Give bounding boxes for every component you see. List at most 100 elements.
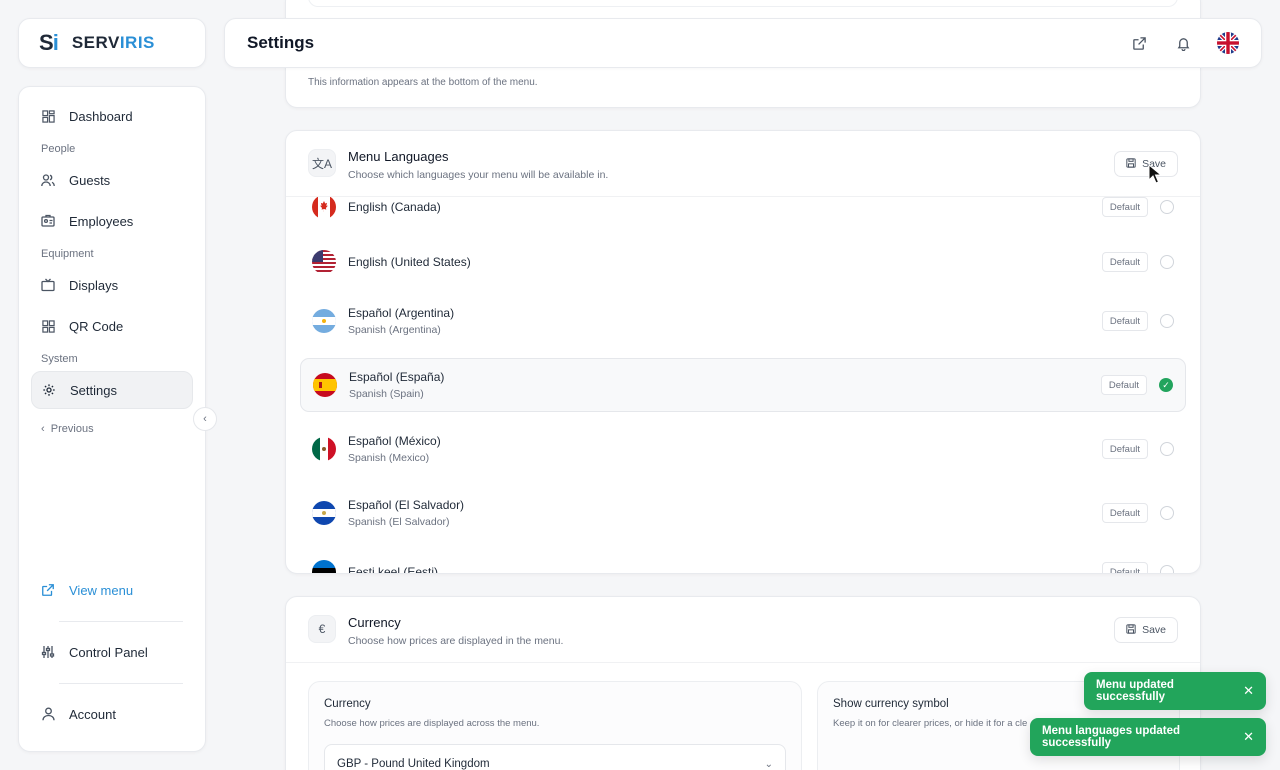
- sidebar: Dashboard People Guests Employees Equipm…: [18, 86, 206, 752]
- panel-description: Choose how prices are displayed across t…: [324, 718, 540, 729]
- bell-icon[interactable]: [1173, 33, 1193, 53]
- sidebar-item-employees[interactable]: Employees: [31, 202, 193, 240]
- language-name: Eesti keel (Eesti): [348, 565, 439, 573]
- toast-languages-updated: Menu languages updated successfully ✕: [1030, 718, 1266, 756]
- sidebar-item-label: Guests: [69, 172, 111, 188]
- collapse-sidebar-button[interactable]: ‹: [193, 407, 217, 431]
- set-default-button[interactable]: Default: [1101, 197, 1148, 217]
- set-default-button[interactable]: Default: [1100, 375, 1147, 395]
- card-header: 文A Menu Languages Choose which languages…: [308, 149, 1178, 181]
- sliders-icon: [41, 645, 55, 659]
- sidebar-item-label: QR Code: [69, 318, 124, 334]
- info-note: This information appears at the bottom o…: [308, 77, 538, 88]
- spain-flag-icon: [313, 373, 337, 397]
- user-icon: [41, 707, 55, 721]
- brand-logo[interactable]: Si SERVIRIS: [18, 18, 206, 68]
- brand-mark: Si: [39, 30, 59, 55]
- toast-menu-updated: Menu updated successfully ✕: [1084, 672, 1266, 710]
- sidebar-section-system: System: [41, 353, 78, 365]
- save-currency-button[interactable]: Save: [1114, 617, 1178, 643]
- euro-icon: €: [308, 615, 336, 643]
- chevron-down-icon: ⌄: [764, 758, 773, 770]
- card-title: Menu Languages: [348, 149, 449, 164]
- language-flag-uk-icon[interactable]: [1217, 32, 1239, 54]
- estonia-flag-icon: [312, 560, 336, 573]
- set-default-button[interactable]: Default: [1101, 503, 1148, 523]
- language-subtitle: Spanish (Mexico): [348, 452, 430, 464]
- mexico-flag-icon: [312, 437, 336, 461]
- language-row-en-us[interactable]: English (United States) Default: [300, 235, 1186, 289]
- set-default-button[interactable]: Default: [1101, 562, 1148, 573]
- close-icon[interactable]: ✕: [1243, 683, 1254, 699]
- language-subtitle: Spanish (Spain): [349, 388, 424, 400]
- sidebar-item-view-menu[interactable]: View menu: [31, 568, 193, 612]
- language-row-es-es[interactable]: Español (España) Spanish (Spain) Default ✓: [300, 358, 1186, 412]
- divider: [59, 621, 183, 622]
- chevron-left-icon: ‹: [203, 413, 207, 425]
- argentina-flag-icon: [312, 309, 336, 333]
- language-radio[interactable]: [1160, 314, 1174, 328]
- language-name: Español (Argentina): [348, 306, 455, 320]
- language-radio-checked[interactable]: ✓: [1159, 378, 1173, 392]
- previous-link[interactable]: ‹ Previous: [31, 423, 193, 435]
- employees-icon: [41, 214, 55, 228]
- external-link-icon[interactable]: [1129, 33, 1149, 53]
- language-radio[interactable]: [1160, 442, 1174, 456]
- qr-code-icon: [41, 319, 55, 333]
- set-default-button[interactable]: Default: [1101, 439, 1148, 459]
- save-languages-button[interactable]: Save: [1114, 151, 1178, 177]
- language-radio[interactable]: [1160, 565, 1174, 573]
- card-subtitle: Choose how prices are displayed in the m…: [348, 635, 564, 647]
- language-row-es-ar[interactable]: Español (Argentina) Spanish (Argentina) D…: [300, 294, 1186, 348]
- mouse-cursor-icon: [1148, 163, 1163, 189]
- sidebar-item-label: Account: [69, 706, 116, 722]
- language-name: Español (México): [348, 434, 441, 448]
- language-radio[interactable]: [1160, 255, 1174, 269]
- brand-name: SERVIRIS: [71, 33, 155, 52]
- sidebar-item-dashboard[interactable]: Dashboard: [31, 97, 193, 135]
- sidebar-item-displays[interactable]: Displays: [31, 266, 193, 304]
- language-row-es-sv[interactable]: Español (El Salvador) Spanish (El Salvado…: [300, 486, 1186, 540]
- language-list: English (Canada) Default English (United…: [300, 197, 1186, 573]
- canada-flag-icon: [312, 197, 336, 219]
- card-title: Currency: [348, 615, 401, 630]
- sidebar-item-label: Employees: [69, 213, 134, 229]
- currency-select-panel: Currency Choose how prices are displayed…: [308, 681, 802, 770]
- language-subtitle: Spanish (El Salvador): [348, 516, 450, 528]
- translate-icon: 文A: [308, 149, 336, 177]
- set-default-button[interactable]: Default: [1101, 311, 1148, 331]
- save-icon: [1126, 623, 1136, 637]
- currency-select[interactable]: GBP - Pound United Kingdom ⌄: [324, 744, 786, 770]
- page-title: Settings: [247, 33, 315, 52]
- language-row-en-ca[interactable]: English (Canada) Default: [300, 197, 1186, 234]
- sidebar-item-account[interactable]: Account: [31, 692, 193, 736]
- set-default-button[interactable]: Default: [1101, 252, 1148, 272]
- language-subtitle: Spanish (Argentina): [348, 324, 441, 336]
- language-name: Español (España): [349, 370, 445, 384]
- displays-icon: [41, 278, 55, 292]
- divider: [59, 683, 183, 684]
- language-radio[interactable]: [1160, 506, 1174, 520]
- sidebar-section-equipment: Equipment: [41, 248, 94, 260]
- sidebar-item-label: View menu: [69, 582, 134, 598]
- gear-icon: [42, 383, 56, 397]
- language-row-et-ee[interactable]: Eesti keel (Eesti) Default: [300, 545, 1186, 573]
- menu-languages-card: 文A Menu Languages Choose which languages…: [285, 130, 1201, 574]
- check-icon: ✓: [1162, 379, 1170, 390]
- sidebar-section-people: People: [41, 143, 76, 155]
- sidebar-item-guests[interactable]: Guests: [31, 161, 193, 199]
- info-panel: [308, 0, 1178, 7]
- language-radio[interactable]: [1160, 200, 1174, 214]
- sidebar-item-qr-code[interactable]: QR Code: [31, 307, 193, 345]
- guests-icon: [41, 173, 55, 187]
- usa-flag-icon: [312, 250, 336, 274]
- card-subtitle: Choose which languages your menu will be…: [348, 169, 609, 181]
- sidebar-item-control-panel[interactable]: Control Panel: [31, 630, 193, 674]
- language-row-es-mx[interactable]: Español (México) Spanish (Mexico) Default: [300, 422, 1186, 476]
- sidebar-item-settings[interactable]: Settings: [31, 371, 193, 409]
- chevron-left-icon: ‹: [41, 423, 45, 435]
- el-salvador-flag-icon: [312, 501, 336, 525]
- sidebar-item-label: Dashboard: [69, 108, 133, 124]
- language-name: English (United States): [348, 255, 471, 269]
- close-icon[interactable]: ✕: [1243, 729, 1254, 745]
